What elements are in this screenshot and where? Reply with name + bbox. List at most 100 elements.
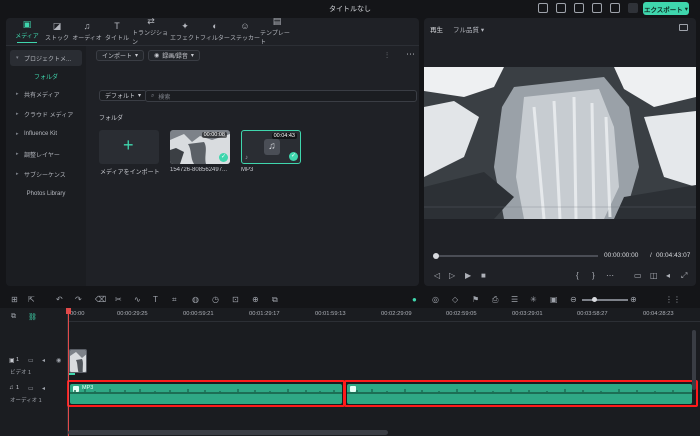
screen-icon[interactable]	[538, 3, 548, 13]
grid-icon[interactable]	[610, 3, 620, 13]
avatar[interactable]	[628, 3, 638, 13]
tab-sticker[interactable]: ☺ ステッカー	[230, 18, 260, 45]
record-dropdown[interactable]: ◉ 録画/録音 ▾	[148, 50, 200, 61]
step-back-icon[interactable]: ▷	[449, 271, 455, 280]
sidebar-item-adjustment-layer[interactable]: ▸ 調整レイヤー	[10, 146, 82, 162]
tab-effect[interactable]: ✦ エフェクト	[170, 18, 200, 45]
chevron-down-icon: ▾	[190, 53, 194, 59]
volume-icon[interactable]: ◂	[666, 271, 670, 280]
mark-in-icon[interactable]: {	[576, 271, 579, 280]
effect-icon: ✦	[181, 20, 189, 31]
folder-heading: フォルダ	[99, 116, 124, 122]
link-icon[interactable]: ⛓	[28, 313, 37, 321]
progress-knob[interactable]	[433, 253, 439, 259]
video-clip[interactable]	[69, 349, 87, 373]
speed-icon[interactable]: ◷	[212, 295, 219, 304]
monitor-icon[interactable]: ▭	[634, 271, 642, 280]
pip-icon[interactable]: ▣	[550, 295, 558, 304]
tab-audio[interactable]: ♫ オーディオ	[72, 18, 102, 45]
sidebar-item-cloud-media[interactable]: ▸ クラウド メディア	[10, 106, 82, 122]
tab-filter[interactable]: ◐ フィルター	[200, 18, 230, 45]
snapshot-icon[interactable]	[679, 24, 688, 31]
sticker-icon: ☺	[240, 20, 250, 31]
sidebar-item-project-media[interactable]: ▾ プロジェクトメ...	[10, 50, 82, 66]
headset-icon[interactable]	[592, 3, 602, 13]
playhead-handle[interactable]	[66, 308, 71, 314]
undo-icon[interactable]: ↶	[56, 295, 63, 304]
more-tools-icon[interactable]: ⊡	[232, 295, 239, 304]
save-icon[interactable]	[556, 3, 566, 13]
import-media-card[interactable]: +	[99, 130, 159, 164]
zoom-in-icon[interactable]: ⊕	[630, 295, 637, 304]
media-tabs: ▣ メディア ◪ ストック ♫ オーディオ T タイトル ⇄ トランジション ✦ エフェクト…	[6, 18, 294, 46]
grid-menu-icon[interactable]: ⋮⋮	[665, 295, 681, 304]
redo-icon[interactable]: ↷	[75, 295, 82, 304]
stop-icon[interactable]: ■	[481, 271, 486, 280]
fullscreen-icon[interactable]: ⤢	[681, 271, 687, 281]
media-card-audio[interactable]: ♫ 00:04:43 ♪ ✓	[241, 130, 301, 164]
crop-icon[interactable]: ⌗	[172, 295, 177, 305]
color-icon[interactable]: ◍	[192, 295, 199, 304]
filter-icon: ◐	[212, 20, 218, 31]
folder-icon[interactable]: ▭	[28, 357, 34, 364]
filter-icon[interactable]: ⫶	[386, 51, 388, 61]
folder-icon[interactable]: ▭	[28, 385, 34, 392]
horizontal-scrollbar[interactable]	[68, 430, 388, 435]
zoom-slider[interactable]	[582, 299, 628, 301]
marker-icon[interactable]: ⚑	[472, 295, 479, 304]
render-icon[interactable]: ●	[412, 295, 417, 304]
eye-icon[interactable]: ◉	[56, 357, 61, 364]
tab-transition[interactable]: ⇄ トランジション	[132, 18, 170, 46]
sidebar-item-folder[interactable]: フォルダ	[10, 68, 82, 84]
search-input[interactable]: ⌕ 検索	[145, 90, 417, 102]
preview-player: 再生 フル品質 ▾ 00:00:00:00 / 00:04:43:07 ◁ ▷ …	[424, 18, 696, 286]
quality-dropdown[interactable]: フル品質 ▾	[453, 24, 484, 34]
import-dropdown[interactable]: インポート ▾	[96, 50, 145, 61]
tab-label: ステッカー	[230, 35, 261, 42]
sidebar-item-influence-kit[interactable]: ▸ Influence Kit	[10, 126, 82, 142]
zoom-out-icon[interactable]: ⊖	[570, 295, 577, 304]
sidebar-item-shared-media[interactable]: ▸ 共有メディア	[10, 86, 82, 102]
export-button[interactable]: エクスポート ▾	[643, 2, 689, 15]
media-card-video[interactable]: 00:00:08 ✓	[170, 130, 230, 164]
tab-template[interactable]: ▤ テンプレート	[260, 18, 294, 46]
zoom-slider-knob[interactable]	[592, 297, 597, 302]
ai-cut-icon[interactable]: ✳	[530, 295, 537, 304]
speaker-icon[interactable]: ◂	[42, 385, 45, 392]
options-icon[interactable]: ⋯	[606, 271, 614, 280]
vertical-scrollbar[interactable]	[692, 330, 696, 390]
mic-icon[interactable]: ⎙	[492, 295, 498, 305]
search-placeholder: 検索	[158, 94, 171, 101]
tab-title[interactable]: T タイトル	[102, 18, 132, 45]
mark-out-icon[interactable]: }	[592, 271, 595, 280]
tab-stock[interactable]: ◪ ストック	[42, 18, 72, 45]
player-tab[interactable]: 再生	[430, 24, 443, 34]
camera-icon[interactable]: ◫	[650, 271, 658, 280]
play-icon[interactable]: ▶	[465, 271, 471, 280]
sidebar-item-photos-library[interactable]: Photos Library	[10, 186, 82, 202]
export-label: エクスポート	[643, 6, 683, 14]
speaker-icon[interactable]: ◂	[42, 357, 45, 364]
shield-icon[interactable]: ◇	[452, 295, 458, 304]
music-icon: ♫	[83, 20, 91, 31]
playhead[interactable]	[68, 308, 69, 436]
prev-frame-icon[interactable]: ◁	[434, 271, 440, 280]
voice-icon[interactable]: ☰	[511, 295, 518, 304]
add-track-icon[interactable]: ⧉	[11, 313, 16, 321]
cloud-upload-icon[interactable]	[574, 3, 584, 13]
record-label: 録画/録音	[162, 54, 188, 60]
select-tool-icon[interactable]: ⇱	[28, 295, 35, 304]
play-circle-icon[interactable]: ◎	[432, 295, 439, 304]
sidebar-item-subsequence[interactable]: ▸ サブシーケンス	[10, 166, 82, 182]
layout-icon[interactable]: ⊞	[11, 295, 18, 304]
audio-edit-icon[interactable]: ∿	[134, 295, 141, 304]
delete-icon[interactable]: ⌫	[95, 295, 106, 304]
ai-icon[interactable]: ⊕	[252, 295, 259, 304]
sort-dropdown[interactable]: デフォルト ▾	[99, 90, 148, 101]
text-icon[interactable]: T	[153, 295, 158, 304]
tab-media[interactable]: ▣ メディア	[12, 18, 42, 45]
cut-icon[interactable]: ✂	[115, 295, 122, 304]
group-icon[interactable]: ⧉	[272, 295, 278, 305]
playback-progress[interactable]	[435, 255, 598, 257]
more-icon[interactable]: ⋯	[406, 49, 415, 60]
